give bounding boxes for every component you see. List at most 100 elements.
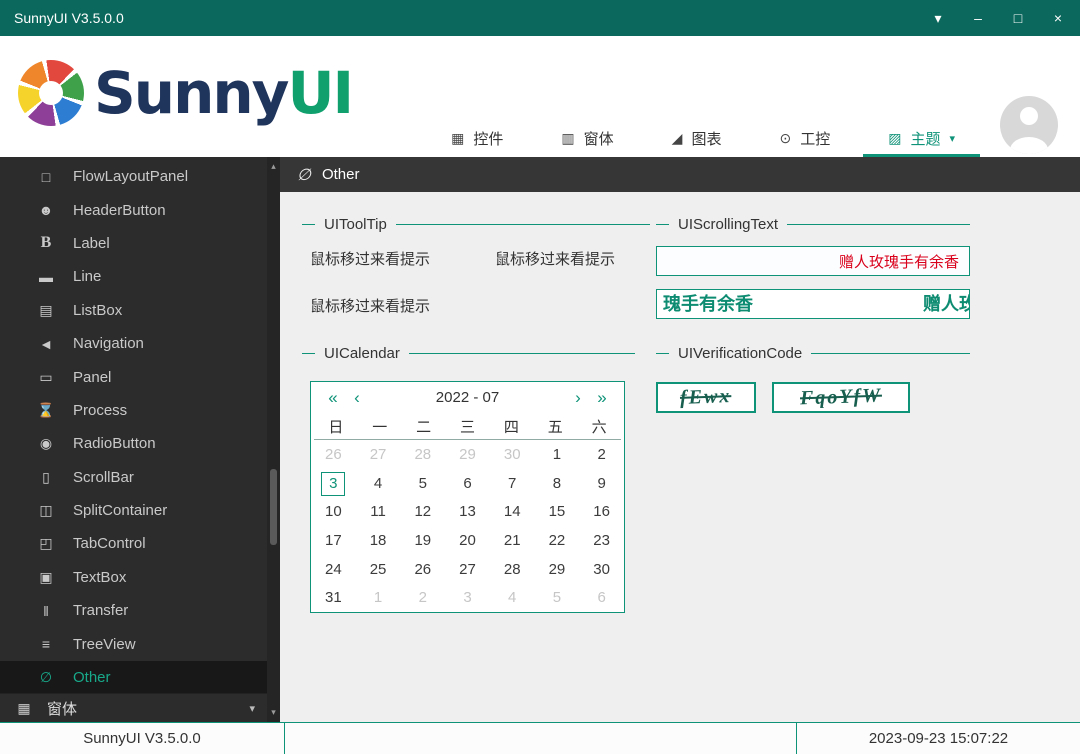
calendar-day[interactable]: 25 xyxy=(366,558,390,582)
sidebar-item-treeview[interactable]: ≡ TreeView xyxy=(0,627,267,660)
calendar-day[interactable]: 1 xyxy=(545,443,569,467)
calendar-day[interactable]: 22 xyxy=(545,529,569,553)
tab-charts[interactable]: ◢ 图表 xyxy=(643,119,751,157)
textbox-icon: ▣ xyxy=(36,569,56,586)
other-icon: ∅ xyxy=(36,669,56,686)
calendar-day[interactable]: 24 xyxy=(321,558,345,582)
legend-tick xyxy=(656,353,669,354)
sidebar-section-label: 窗体 xyxy=(47,698,77,719)
sidebar-item-listbox[interactable]: ▤ ListBox xyxy=(0,294,267,327)
calendar-day[interactable]: 31 xyxy=(321,586,345,610)
calendar-day[interactable]: 26 xyxy=(411,558,435,582)
calendar-next-month-icon[interactable]: › xyxy=(566,388,590,408)
calendar-day[interactable]: 11 xyxy=(366,500,390,524)
tab-industrial[interactable]: ⊙ 工控 xyxy=(750,119,859,157)
sidebar-item-radiobutton[interactable]: ◉ RadioButton xyxy=(0,427,267,460)
scroll-up-icon[interactable]: ▴ xyxy=(267,161,280,172)
calendar-day[interactable]: 28 xyxy=(411,443,435,467)
sidebar-item-splitcontainer[interactable]: ◫ SplitContainer xyxy=(0,494,267,527)
minimize-button[interactable]: – xyxy=(970,10,986,26)
calendar-day[interactable]: 13 xyxy=(455,500,479,524)
scrollbar-thumb[interactable] xyxy=(270,469,277,545)
calendar-day-selected[interactable]: 3 xyxy=(321,472,345,496)
calendar-day[interactable]: 6 xyxy=(455,472,479,496)
tooltip-label-2[interactable]: 鼠标移过来看提示 xyxy=(495,248,615,269)
calendar-day[interactable]: 20 xyxy=(455,529,479,553)
calendar-day[interactable]: 3 xyxy=(455,586,479,610)
calendar-day[interactable]: 7 xyxy=(500,472,524,496)
sidebar-item-line[interactable]: ▬ Line xyxy=(0,260,267,293)
calendar-prev-month-icon[interactable]: ‹ xyxy=(345,388,369,408)
calendar-day[interactable]: 1 xyxy=(366,586,390,610)
calendar-day[interactable]: 30 xyxy=(500,443,524,467)
calendar-day[interactable]: 5 xyxy=(545,586,569,610)
split-container-icon: ◫ xyxy=(36,502,56,519)
calendar-day[interactable]: 29 xyxy=(545,558,569,582)
calendar-day[interactable]: 6 xyxy=(590,586,614,610)
group-uiverificationcode-legend: UIVerificationCode xyxy=(656,345,970,362)
calendar-day[interactable]: 5 xyxy=(411,472,435,496)
sidebar-item-label: FlowLayoutPanel xyxy=(73,168,188,185)
chevron-down-icon[interactable]: ▾ xyxy=(930,10,946,27)
sidebar-item-label: Other xyxy=(73,669,111,686)
verification-code-2[interactable]: FqoYfW xyxy=(772,382,910,413)
calendar-day[interactable]: 29 xyxy=(455,443,479,467)
sidebar-scrollbar[interactable]: ▴ ▾ xyxy=(267,157,280,722)
calendar-day[interactable]: 10 xyxy=(321,500,345,524)
radio-button-icon: ◉ xyxy=(36,435,56,452)
calendar-day[interactable]: 23 xyxy=(590,529,614,553)
calendar-day[interactable]: 18 xyxy=(366,529,390,553)
calendar-day[interactable]: 2 xyxy=(590,443,614,467)
calendar-day[interactable]: 17 xyxy=(321,529,345,553)
sidebar-item-tabcontrol[interactable]: ◰ TabControl xyxy=(0,527,267,560)
calendar-day[interactable]: 21 xyxy=(500,529,524,553)
calendar-day[interactable]: 28 xyxy=(500,558,524,582)
sidebar-item-textbox[interactable]: ▣ TextBox xyxy=(0,561,267,594)
sidebar-item-navigation[interactable]: ◄ Navigation xyxy=(0,327,267,360)
sidebar-item-process[interactable]: ⌛ Process xyxy=(0,394,267,427)
calendar-day[interactable]: 16 xyxy=(590,500,614,524)
sidebar-section-forms[interactable]: ▦ 窗体 ▾ xyxy=(0,693,267,722)
sidebar-item-label[interactable]: B Label xyxy=(0,227,267,260)
sidebar-item-label: RadioButton xyxy=(73,435,156,452)
tooltip-label-3[interactable]: 鼠标移过来看提示 xyxy=(310,295,430,316)
calendar-next-year-icon[interactable]: » xyxy=(590,388,614,408)
calendar-day[interactable]: 9 xyxy=(590,472,614,496)
hourglass-icon: ⌛ xyxy=(36,402,56,419)
sidebar-item-transfer[interactable]: ‖ Transfer xyxy=(0,594,267,627)
tooltip-label-1[interactable]: 鼠标移过来看提示 xyxy=(310,248,430,269)
calendar-day[interactable]: 26 xyxy=(321,443,345,467)
calendar-day[interactable]: 4 xyxy=(500,586,524,610)
tab-label: 窗体 xyxy=(584,128,614,149)
maximize-button[interactable]: □ xyxy=(1010,10,1026,26)
navigation-icon: ◄ xyxy=(36,336,56,352)
scrollbar-icon: ▯ xyxy=(36,469,56,486)
scroll-down-icon[interactable]: ▾ xyxy=(267,707,280,718)
calendar-day[interactable]: 15 xyxy=(545,500,569,524)
listbox-icon: ▤ xyxy=(36,302,56,319)
sidebar-item-panel[interactable]: ▭ Panel xyxy=(0,360,267,393)
calendar-day[interactable]: 14 xyxy=(500,500,524,524)
sidebar-item-flowlayoutpanel[interactable]: □ FlowLayoutPanel xyxy=(0,160,267,193)
sidebar-item-other[interactable]: ∅ Other xyxy=(0,661,267,694)
tab-forms[interactable]: ▥ 窗体 xyxy=(532,119,642,157)
avatar[interactable] xyxy=(1000,96,1058,154)
calendar-day[interactable]: 8 xyxy=(545,472,569,496)
tab-controls[interactable]: ▦ 控件 xyxy=(422,119,532,157)
close-button[interactable]: × xyxy=(1050,10,1066,26)
calendar-day[interactable]: 19 xyxy=(411,529,435,553)
sidebar-item-label: SplitContainer xyxy=(73,502,167,519)
calendar-day[interactable]: 30 xyxy=(590,558,614,582)
calendar-prev-year-icon[interactable]: « xyxy=(321,388,345,408)
calendar-day[interactable]: 12 xyxy=(411,500,435,524)
sidebar-item-scrollbar[interactable]: ▯ ScrollBar xyxy=(0,461,267,494)
calendar-day[interactable]: 2 xyxy=(411,586,435,610)
calendar-month-label[interactable]: 2022 - 07 xyxy=(369,389,566,406)
legend-rule xyxy=(396,224,650,225)
calendar-day[interactable]: 27 xyxy=(366,443,390,467)
tab-themes[interactable]: ▨ 主题 ▾ xyxy=(859,119,984,157)
calendar-day[interactable]: 27 xyxy=(455,558,479,582)
sidebar-item-headerbutton[interactable]: ☻ HeaderButton xyxy=(0,193,267,226)
verification-code-1[interactable]: fEwx xyxy=(656,382,756,413)
calendar-day[interactable]: 4 xyxy=(366,472,390,496)
